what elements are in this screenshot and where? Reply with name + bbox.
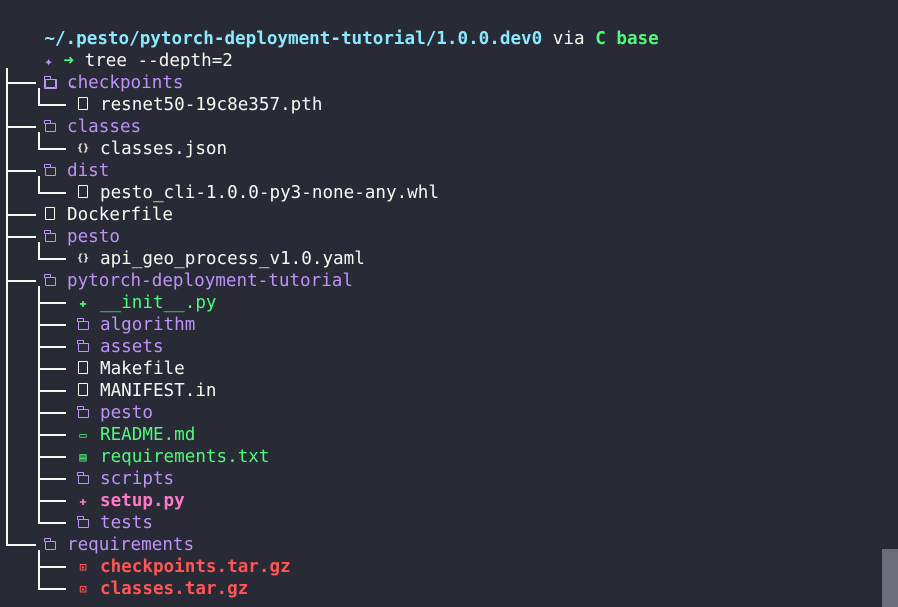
scrollbar-thumb[interactable] — [882, 549, 898, 607]
tree-entry-json: classes.json — [100, 139, 228, 159]
tree-entry-dir: assets — [100, 337, 164, 357]
conda-env-name: base — [605, 29, 659, 49]
tree-entry-file: MANIFEST.in — [100, 381, 217, 401]
tree-branch-line — [38, 566, 66, 568]
file-icon — [76, 94, 90, 116]
prompt-via: via — [542, 29, 596, 49]
tree-entry-dir: tests — [100, 513, 153, 533]
tree-branch-line — [38, 500, 66, 502]
folder-icon — [43, 270, 57, 292]
file-icon — [76, 182, 90, 204]
conda-env-icon: C — [595, 29, 606, 49]
tree-entry-txt: requirements.txt — [100, 447, 270, 467]
tree-branch-line — [38, 104, 66, 106]
tree-child-line — [38, 88, 40, 106]
tree-entry-dir: checkpoints — [67, 73, 184, 93]
tree-branch-line — [38, 412, 66, 414]
tree-branch-line — [38, 302, 66, 304]
folder-icon — [76, 314, 90, 336]
tree-branch-line — [38, 478, 66, 480]
tree-branch-line — [6, 82, 36, 84]
tree-entry-dir: classes — [67, 117, 142, 137]
tree-branch-line — [6, 170, 36, 172]
tree-child-line — [38, 176, 40, 194]
tree-entry-arch: classes.tar.gz — [100, 579, 249, 599]
tree-branch-line — [38, 390, 66, 392]
tree-branch-line — [38, 258, 66, 260]
tree-entry-file: Dockerfile — [67, 205, 173, 225]
prompt-line: ~/.pesto/pytorch-deployment-tutorial/1.0… — [2, 6, 658, 49]
tree-branch-line — [6, 236, 36, 238]
folder-icon — [43, 72, 57, 94]
python-icon: ✚ — [79, 494, 87, 508]
tree-branch-line — [6, 126, 36, 128]
tree-branch-line — [6, 544, 36, 546]
tree-entry-md: README.md — [100, 425, 196, 445]
folder-icon — [76, 512, 90, 534]
tree-entry-file: pesto_cli-1.0.0-py3-none-any.whl — [100, 183, 439, 203]
tree-entry-file: Makefile — [100, 359, 185, 379]
file-icon — [76, 358, 90, 380]
tree-entry-dir: dist — [67, 161, 110, 181]
yaml-icon: {} — [76, 253, 90, 264]
folder-icon — [76, 402, 90, 424]
folder-icon — [76, 336, 90, 358]
tree-entry-dir: algorithm — [100, 315, 196, 335]
tree-child-line — [38, 550, 40, 590]
file-icon — [76, 380, 90, 402]
folder-icon — [43, 226, 57, 248]
tree-child-line — [38, 242, 40, 260]
tree-entry-dir: pesto — [100, 403, 153, 423]
tree-branch-line — [38, 148, 66, 150]
tree-entry-yaml: api_geo_process_v1.0.yaml — [100, 249, 365, 269]
tree-branch-line — [38, 368, 66, 370]
tree-root: . — [2, 50, 78, 93]
tree-entry-dir: requirements — [67, 535, 195, 555]
tree-entry-dir: pytorch-deployment-tutorial — [67, 271, 353, 291]
tree-entry-arch: checkpoints.tar.gz — [100, 557, 291, 577]
scrollbar-track[interactable] — [882, 0, 898, 607]
python-icon: ✚ — [79, 296, 87, 310]
folder-icon — [76, 468, 90, 490]
tree-branch-line — [38, 456, 66, 458]
tree-entry-dir: scripts — [100, 469, 175, 489]
tree-child-line — [38, 286, 40, 524]
tree-entry-py: __init__.py — [100, 293, 217, 313]
tree-entry-dir: pesto — [67, 227, 120, 247]
tree-entry-file: resnet50-19c8e357.pth — [100, 95, 323, 115]
tree-child-line — [38, 132, 40, 150]
folder-icon — [43, 116, 57, 138]
folder-icon — [43, 160, 57, 182]
json-icon: {} — [76, 143, 90, 154]
command-line: ✦ ➜ tree --depth=2 — [2, 28, 233, 71]
tree-entry-exec: setup.py — [100, 491, 185, 511]
tree-branch-line — [38, 522, 66, 524]
tree-branch-line — [38, 324, 66, 326]
archive-icon: ⊡ — [79, 582, 87, 596]
archive-icon: ⊡ — [79, 560, 87, 574]
text-file-icon: ▤ — [79, 450, 87, 464]
tree-trunk-line — [6, 68, 8, 546]
file-icon — [43, 204, 57, 226]
tree-branch-line — [38, 346, 66, 348]
markdown-icon: ▭ — [79, 428, 87, 442]
command-text: tree --depth=2 — [74, 51, 233, 71]
tree-branch-line — [38, 192, 66, 194]
terminal-window[interactable]: ~/.pesto/pytorch-deployment-tutorial/1.0… — [0, 0, 898, 607]
tree-branch-line — [38, 434, 66, 436]
tree-branch-line — [6, 280, 36, 282]
folder-icon — [43, 534, 57, 556]
tree-branch-line — [38, 588, 66, 590]
tree-branch-line — [6, 214, 36, 216]
